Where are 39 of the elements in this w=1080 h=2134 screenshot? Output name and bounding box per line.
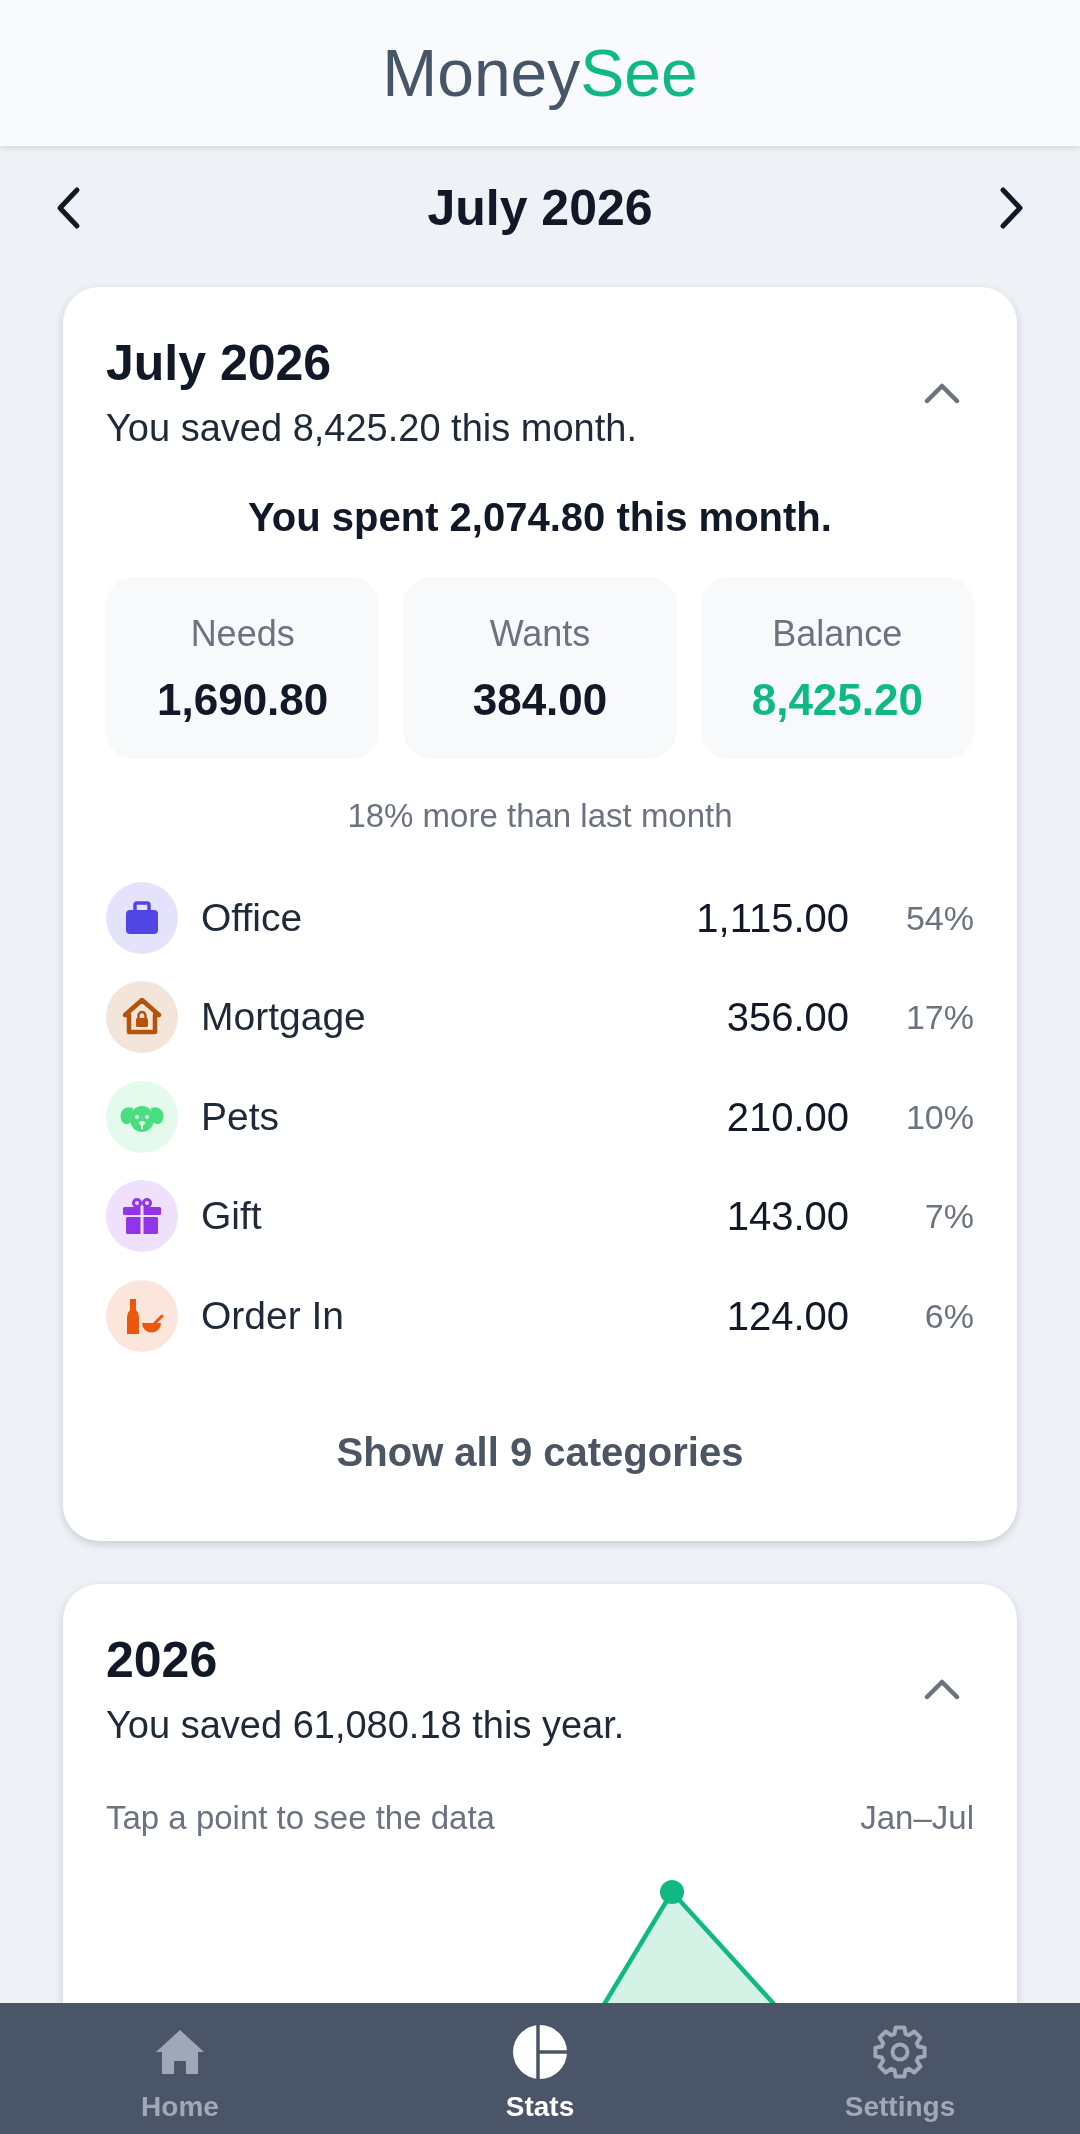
card-title: 2026 — [106, 1630, 219, 1689]
category-percent: 17% — [904, 997, 974, 1039]
stat-value: 384.00 — [472, 674, 608, 726]
date-range-label: Jan–Jul — [860, 1797, 974, 1838]
pie-chart-icon — [513, 2025, 567, 2079]
category-percent: 10% — [904, 1096, 974, 1138]
category-name: Pets — [201, 1093, 281, 1140]
stat-label: Needs — [190, 612, 295, 656]
month-title: July 2026 — [427, 179, 653, 238]
show-all-button[interactable]: Show all 9 categories — [312, 1409, 768, 1494]
settings-icon — [873, 2025, 927, 2079]
category-name: Office — [201, 894, 304, 941]
stat-label: Balance — [772, 612, 903, 656]
chart-point[interactable] — [660, 1879, 684, 1904]
chart-hint: Tap a point to see the data — [106, 1797, 495, 1838]
category-amount: 210.00 — [726, 1093, 849, 1141]
savings-summary: You saved 61,080.18 this year. — [106, 1702, 625, 1748]
category-name: Order In — [201, 1292, 346, 1339]
category-amount: 1,115.00 — [696, 894, 849, 942]
category-amount: 143.00 — [726, 1193, 849, 1241]
category-percent: 54% — [904, 897, 974, 939]
stat-value: 1,690.80 — [157, 674, 329, 726]
category-amount: 356.00 — [726, 994, 849, 1042]
stat-label: Wants — [489, 612, 591, 656]
app-logo: MoneySee — [382, 35, 698, 112]
nav-tab[interactable]: Stats — [360, 2003, 720, 2134]
savings-summary: You saved 8,425.20 this month. — [106, 406, 637, 451]
comparison-note: 18% more than last month — [346, 796, 734, 836]
category-name: Mortgage — [201, 994, 367, 1041]
chevron-up-icon[interactable] — [924, 381, 960, 404]
category-amount: 124.00 — [726, 1292, 849, 1340]
spending-summary: You spent 2,074.80 this month. — [247, 494, 833, 541]
chevron-right-icon[interactable] — [998, 186, 1026, 230]
stat-value: 8,425.20 — [751, 674, 923, 726]
chevron-up-icon[interactable] — [924, 1678, 960, 1700]
category-percent: 7% — [923, 1196, 974, 1238]
category-percent: 6% — [923, 1295, 974, 1337]
card-title: July 2026 — [106, 334, 333, 392]
category-name: Gift — [201, 1193, 263, 1240]
